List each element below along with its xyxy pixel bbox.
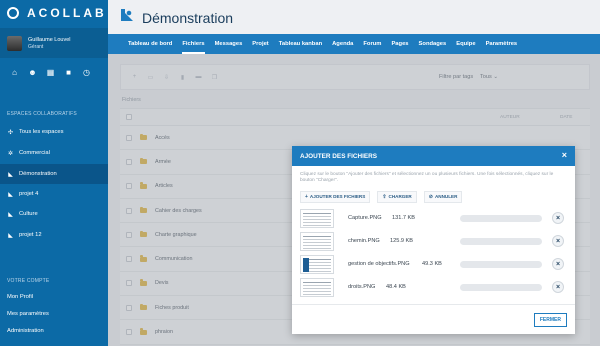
link-mon-profil[interactable]: Mon Profil [7, 294, 33, 300]
file-thumbnail [300, 208, 334, 228]
file-name: Capture.PNG [348, 215, 382, 222]
remove-file-button[interactable]: × [552, 281, 564, 294]
upload-progress [460, 283, 542, 291]
cancel-label: ANNULER [434, 194, 458, 200]
tab-parametres[interactable]: Paramètres [486, 34, 518, 54]
tab-projet[interactable]: Projet [252, 34, 268, 54]
remove-file-button[interactable]: × [552, 235, 564, 248]
add-files-button[interactable]: + AJOUTER DES FICHIERS [300, 190, 371, 203]
close-icon[interactable]: × [562, 150, 567, 160]
upload-progress [460, 237, 542, 245]
page-title: Démonstration [142, 10, 234, 26]
list-item: gestion de objectifs.PNG 49.3 KB × [300, 253, 567, 276]
link-administration[interactable]: Administration [7, 328, 44, 334]
dialog-footer: FERMER [292, 304, 575, 334]
sidebar-item-label: Démonstration [19, 171, 57, 177]
dialog-actions: + AJOUTER DES FICHIERS ⇧ CHARGER ⊘ ANNULER [292, 185, 575, 203]
header: Démonstration [108, 0, 600, 34]
tab-forum[interactable]: Forum [363, 34, 381, 54]
sidebar-item-label: Commercial [19, 150, 50, 156]
tab-tableau-de-bord[interactable]: Tableau de bord [128, 34, 172, 54]
tab-fichiers[interactable]: Fichiers [182, 34, 205, 54]
gear-icon: ✲ [7, 150, 14, 157]
users-icon[interactable]: ☻ [28, 68, 37, 77]
cancel-button[interactable]: ⊘ ANNULER [423, 190, 463, 203]
cancel-icon: ⊘ [428, 193, 433, 200]
tab-agenda[interactable]: Agenda [332, 34, 353, 54]
sidebar-item-projet-4[interactable]: ◣ projet 4 [0, 184, 108, 204]
account-header: VOTRE COMPTE [7, 278, 50, 284]
user-name: Guillaume Louvel [28, 36, 71, 43]
dialog-help-text: Cliquez sur le bouton "Ajouter des fichi… [300, 172, 554, 184]
sidebar: ACOLLAB Guillaume Louvel Gérant ⌂ ☻ ▦ ■ … [0, 0, 108, 346]
remove-file-button[interactable]: × [552, 212, 564, 225]
tab-tableau-kanban[interactable]: Tableau kanban [279, 34, 322, 54]
app-icon [121, 9, 133, 21]
plus-icon: + [305, 193, 308, 200]
logo-icon [7, 7, 19, 19]
sidebar-item-label: Culture [19, 211, 38, 217]
clock-icon[interactable]: ◷ [82, 68, 91, 77]
tab-sondages[interactable]: Sondages [419, 34, 447, 54]
file-name: chemin.PNG [348, 238, 380, 245]
avatar [7, 35, 22, 51]
sidebar-item-culture[interactable]: ◣ Culture [0, 204, 108, 224]
file-size: 48.4 KB [386, 284, 406, 291]
close-button[interactable]: FERMER [533, 313, 567, 327]
tab-equipe[interactable]: Equipe [456, 34, 475, 54]
list-item: Capture.PNG 131.7 KB × [300, 207, 567, 230]
user-role: Gérant [28, 43, 44, 50]
add-files-label: AJOUTER DES FICHIERS [309, 194, 366, 200]
sidebar-item-label: projet 4 [19, 191, 39, 197]
quick-icons: ⌂ ☻ ▦ ■ ◷ [10, 68, 91, 77]
spaces-header: ESPACES COLLABORATIFS [7, 111, 77, 117]
file-size: 49.3 KB [422, 261, 442, 268]
calendar-icon[interactable]: ▦ [46, 68, 55, 77]
sidebar-item-label: projet 12 [19, 232, 42, 238]
dialog-header: AJOUTER DES FICHIERS × [292, 146, 575, 166]
home-icon[interactable]: ⌂ [10, 68, 19, 77]
logo-text: ACOLLAB [27, 6, 107, 20]
app-icon: ◣ [8, 191, 13, 198]
tab-pages[interactable]: Pages [391, 34, 408, 54]
upload-progress [460, 214, 542, 222]
file-thumbnail [300, 277, 334, 297]
app-icon: ◣ [8, 232, 13, 239]
sidebar-item-demonstration[interactable]: ◣ Démonstration [0, 164, 108, 184]
app-icon: ◣ [8, 211, 13, 218]
file-size: 125.9 KB [390, 238, 414, 245]
sidebar-item-commercial[interactable]: ✲ Commercial [0, 143, 108, 163]
upload-progress [460, 260, 542, 268]
file-name: droits.PNG [348, 284, 376, 291]
upload-button[interactable]: ⇧ CHARGER [377, 190, 417, 203]
list-item: droits.PNG 48.4 KB × [300, 276, 567, 299]
dialog-title: AJOUTER DES FICHIERS [300, 152, 378, 160]
logo[interactable]: ACOLLAB [0, 0, 108, 26]
link-mes-parametres[interactable]: Mes paramètres [7, 311, 49, 317]
sidebar-item-label: Tous les espaces [19, 129, 64, 135]
file-size: 131.7 KB [392, 215, 416, 222]
network-icon: ✣ [7, 129, 14, 136]
upload-file-list: Capture.PNG 131.7 KB × chemin.PNG 125.9 … [292, 203, 575, 299]
remove-file-button[interactable]: × [552, 258, 564, 271]
file-name: gestion de objectifs.PNG [348, 261, 410, 268]
upload-dialog: AJOUTER DES FICHIERS × Cliquez sur le bo… [292, 146, 575, 334]
upload-icon: ⇧ [382, 193, 387, 200]
space-nav: Tableau de bord Fichiers Messages Projet… [108, 34, 600, 54]
sidebar-item-projet-12[interactable]: ◣ projet 12 [0, 225, 108, 245]
file-thumbnail [300, 231, 334, 251]
user-box[interactable]: Guillaume Louvel Gérant [0, 28, 108, 58]
tab-messages[interactable]: Messages [215, 34, 243, 54]
file-thumbnail [300, 254, 334, 274]
list-item: chemin.PNG 125.9 KB × [300, 230, 567, 253]
upload-label: CHARGER [388, 194, 412, 200]
app-icon: ◣ [8, 171, 13, 178]
briefcase-icon[interactable]: ■ [64, 68, 73, 77]
sidebar-item-tous-les-espaces[interactable]: ✣ Tous les espaces [0, 122, 108, 142]
